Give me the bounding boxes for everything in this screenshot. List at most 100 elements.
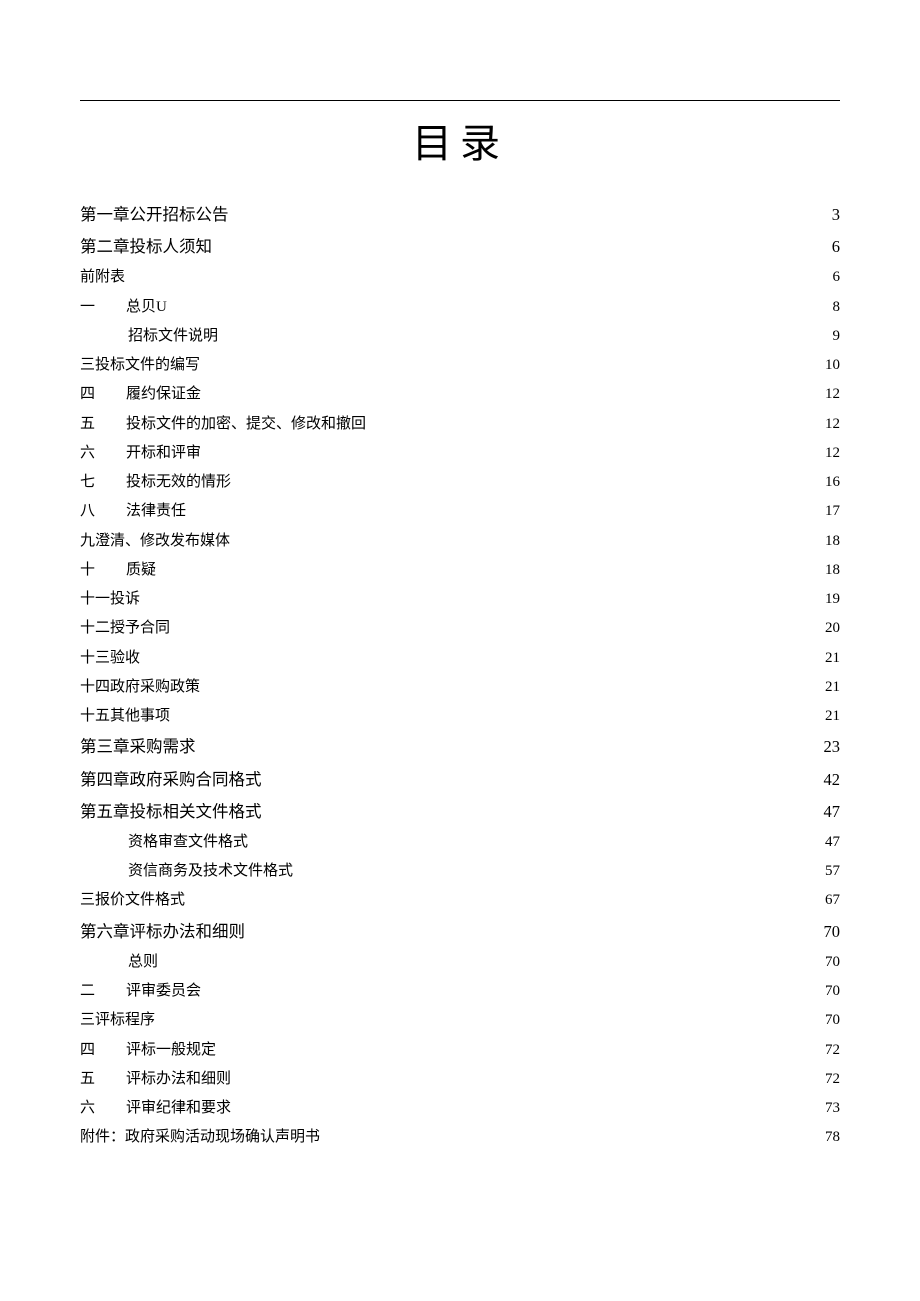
toc-entry[interactable]: 九澄清、修改发布媒体 18 (80, 527, 840, 556)
toc-entry[interactable]: 十三验收21 (80, 644, 840, 673)
toc-page-number: 70 (816, 948, 840, 977)
toc-label: 招标文件说明 (128, 322, 218, 351)
toc-entry[interactable]: 二评审委员会70 (80, 977, 840, 1006)
toc-entry[interactable]: 第二章投标人须知6 (80, 231, 840, 263)
toc-label: 十三验收 (80, 644, 140, 673)
toc-entry[interactable]: 第六章评标办法和细则 70 (80, 916, 840, 948)
toc-page-number: 78 (816, 1123, 840, 1152)
toc-entry[interactable]: 三评标程序 70 (80, 1006, 840, 1035)
toc-entry[interactable]: 一总贝U 8 (80, 293, 840, 322)
toc-entry[interactable]: 第四章政府采购合同格式42 (80, 764, 840, 796)
toc-label: 总则 (128, 948, 158, 977)
toc-prefix: 一 (80, 293, 126, 322)
toc-entry[interactable]: 八法律责任 17 (80, 497, 840, 526)
toc-entry[interactable]: 十一投诉 19 (80, 585, 840, 614)
toc-label: 评标办法和细则 (126, 1065, 231, 1094)
toc-entry[interactable]: 四履约保证金 12 (80, 380, 840, 409)
toc-prefix: 六 (80, 1094, 126, 1123)
toc-page-number: 16 (816, 468, 840, 497)
toc-entry[interactable]: 五评标办法和细则72 (80, 1065, 840, 1094)
toc-entry[interactable]: 资格审查文件格式47 (80, 828, 840, 857)
toc-page-number: 20 (816, 614, 840, 643)
toc-label: 履约保证金 (126, 380, 201, 409)
toc-entry[interactable]: 招标文件说明 9 (80, 322, 840, 351)
toc-page-number: 17 (816, 497, 840, 526)
toc-page-number: 3 (816, 199, 840, 231)
toc-page-number: 18 (816, 527, 840, 556)
toc-page-number: 47 (816, 796, 840, 828)
toc-page-number: 73 (816, 1094, 840, 1123)
toc-label: 第二章投标人须知 (80, 231, 212, 263)
toc-entry[interactable]: 七投标无效的情形 16 (80, 468, 840, 497)
toc-label: 第六章评标办法和细则 (80, 916, 245, 948)
toc-prefix: 六 (80, 439, 126, 468)
toc-page-number: 9 (816, 322, 840, 351)
toc-entry[interactable]: 第三章采购需求 23 (80, 731, 840, 763)
toc-label: 第四章政府采购合同格式 (80, 764, 262, 796)
toc-prefix: 八 (80, 497, 126, 526)
toc-page-number: 57 (816, 857, 840, 886)
toc-page-number: 12 (816, 439, 840, 468)
toc-page-number: 19 (816, 585, 840, 614)
toc-label: 三投标文件的编写 (80, 351, 200, 380)
toc-entry[interactable]: 五投标文件的加密、提交、修改和撤回 12 (80, 410, 840, 439)
toc-entry[interactable]: 四评标一般规定 72 (80, 1036, 840, 1065)
toc-page-number: 21 (816, 702, 840, 731)
toc-title: 目录 (80, 111, 840, 169)
toc-entry[interactable]: 资信商务及技术文件格式 57 (80, 857, 840, 886)
toc-page-number: 70 (816, 977, 840, 1006)
toc-entry[interactable]: 十质疑18 (80, 556, 840, 585)
toc-prefix: 七 (80, 468, 126, 497)
toc-label: 评审委员会 (126, 977, 201, 1006)
toc-label: 前附表 (80, 263, 125, 292)
toc-label: 三报价文件格式 (80, 886, 185, 915)
toc-label: 投标无效的情形 (126, 468, 231, 497)
toc-entry[interactable]: 三投标文件的编写 10 (80, 351, 840, 380)
toc-label: 九澄清、修改发布媒体 (80, 527, 230, 556)
toc-label: 质疑 (126, 556, 156, 585)
toc-label: 评标一般规定 (126, 1036, 216, 1065)
toc-prefix: 五 (80, 410, 126, 439)
header-rule (80, 100, 840, 101)
toc-label: 资信商务及技术文件格式 (128, 857, 293, 886)
toc-label: 资格审查文件格式 (128, 828, 248, 857)
toc-entry[interactable]: 第一章公开招标公告 3 (80, 199, 840, 231)
toc-label: 三评标程序 (80, 1006, 155, 1035)
toc-page-number: 10 (816, 351, 840, 380)
toc-page-number: 8 (816, 293, 840, 322)
toc-label: 第一章公开招标公告 (80, 199, 229, 231)
toc-page-number: 6 (816, 263, 840, 292)
toc-label: 总贝U (126, 293, 167, 322)
toc-label: 法律责任 (126, 497, 186, 526)
toc-page-number: 12 (816, 380, 840, 409)
toc-entry[interactable]: 十四政府采购政策21 (80, 673, 840, 702)
toc-label: 第五章投标相关文件格式 (80, 796, 262, 828)
toc-label: 第三章采购需求 (80, 731, 196, 763)
toc-page-number: 12 (816, 410, 840, 439)
toc-label: 十一投诉 (80, 585, 140, 614)
toc-entry[interactable]: 附件：政府采购活动现场确认声明书78 (80, 1123, 840, 1152)
toc-label: 十四政府采购政策 (80, 673, 200, 702)
toc-prefix: 五 (80, 1065, 126, 1094)
toc-page-number: 72 (816, 1036, 840, 1065)
toc-page-number: 70 (816, 916, 840, 948)
toc-page-number: 70 (816, 1006, 840, 1035)
toc-entry[interactable]: 六开标和评审12 (80, 439, 840, 468)
document-page: 目录 第一章公开招标公告3第二章投标人须知6前附表6一总贝U8招标文件说明9三投… (0, 0, 920, 1213)
toc-entry[interactable]: 六评审纪律和要求73 (80, 1094, 840, 1123)
toc-label: 十五其他事项 (80, 702, 170, 731)
toc-entry[interactable]: 第五章投标相关文件格式 47 (80, 796, 840, 828)
toc-page-number: 67 (816, 886, 840, 915)
toc-prefix: 四 (80, 380, 126, 409)
toc-entry[interactable]: 总则 70 (80, 948, 840, 977)
table-of-contents: 第一章公开招标公告3第二章投标人须知6前附表6一总贝U8招标文件说明9三投标文件… (80, 199, 840, 1153)
toc-entry[interactable]: 三报价文件格式 67 (80, 886, 840, 915)
toc-label: 十二授予合同 (80, 614, 170, 643)
toc-entry[interactable]: 十五其他事项 21 (80, 702, 840, 731)
toc-entry[interactable]: 十二授予合同 20 (80, 614, 840, 643)
toc-prefix: 四 (80, 1036, 126, 1065)
toc-label: 投标文件的加密、提交、修改和撤回 (126, 410, 366, 439)
toc-page-number: 18 (816, 556, 840, 585)
toc-page-number: 23 (816, 731, 840, 763)
toc-entry[interactable]: 前附表 6 (80, 263, 840, 292)
